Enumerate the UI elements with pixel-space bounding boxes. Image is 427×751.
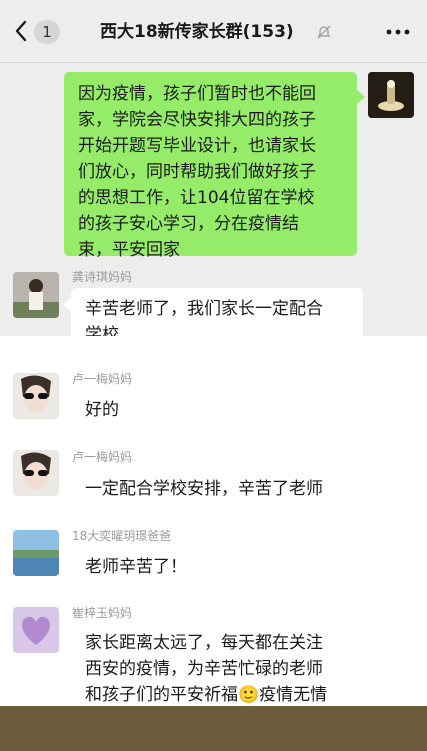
chat-header: 1 西大18新传家长群(153) bbox=[0, 0, 427, 63]
bubble-tail bbox=[63, 402, 71, 416]
self-avatar[interactable] bbox=[368, 72, 414, 118]
message-bubble[interactable]: 好的 bbox=[71, 390, 141, 432]
message-bubble[interactable]: 老师辛苦了！ bbox=[71, 546, 201, 590]
sunglasses-avatar-icon bbox=[13, 450, 59, 496]
purple-heart-avatar-icon bbox=[13, 607, 59, 653]
sender-avatar[interactable] bbox=[13, 373, 59, 419]
sender-avatar[interactable] bbox=[13, 272, 59, 318]
bubble-tail bbox=[63, 636, 71, 650]
bubble-tail bbox=[63, 480, 71, 494]
sender-name: 龚诗琪妈妈 bbox=[72, 270, 133, 284]
message-bubble[interactable]: 一定配合学校安排，辛苦了老师 bbox=[71, 468, 371, 512]
mute-bell-icon bbox=[317, 25, 331, 39]
message-bubble-self[interactable]: 因为疫情，孩子们暂时也不能回 家，学院会尽快安排大四的孩子 开始开题写毕业设计，… bbox=[64, 72, 357, 260]
sender-avatar[interactable] bbox=[13, 607, 59, 653]
self-bubble-tail bbox=[357, 90, 365, 104]
sender-avatar[interactable] bbox=[13, 530, 59, 576]
lamp-avatar-icon bbox=[368, 72, 414, 118]
seaside-photo-avatar-icon bbox=[13, 530, 59, 576]
sender-name: 卢一梅妈妈 bbox=[72, 372, 133, 386]
bubble-tail bbox=[63, 298, 71, 312]
more-options-icon[interactable] bbox=[386, 29, 410, 35]
chat-title: 西大18新传家长群(153) bbox=[100, 22, 294, 42]
bubble-tail bbox=[63, 558, 71, 572]
sender-name: 崔梓玉妈妈 bbox=[72, 606, 133, 620]
back-chevron-icon[interactable] bbox=[14, 20, 28, 42]
bottom-edge bbox=[0, 706, 427, 751]
unread-count-badge[interactable]: 1 bbox=[34, 20, 60, 44]
sender-name: 卢一梅妈妈 bbox=[72, 450, 133, 464]
woman-photo-avatar-icon bbox=[13, 272, 59, 318]
sunglasses-avatar-icon bbox=[13, 373, 59, 419]
sender-avatar[interactable] bbox=[13, 450, 59, 496]
sender-name: 18大奕曜玥璟爸爸 bbox=[72, 529, 172, 543]
